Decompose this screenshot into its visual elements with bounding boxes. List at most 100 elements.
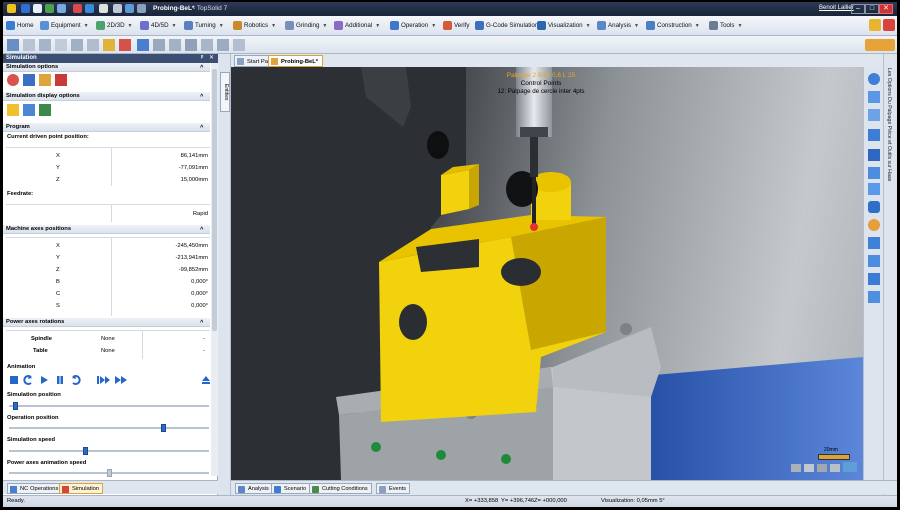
tab-visualization[interactable]: Visualization ▼ bbox=[537, 19, 591, 33]
render-mode-icon[interactable] bbox=[868, 201, 880, 213]
fast-forward-icon[interactable] bbox=[115, 375, 129, 385]
move-icon[interactable] bbox=[868, 109, 880, 121]
select-tool-icon[interactable] bbox=[7, 39, 19, 51]
power-axes-speed-slider[interactable] bbox=[9, 469, 209, 477]
stop-icon[interactable] bbox=[9, 375, 19, 385]
tab-tools[interactable]: Tools ▼ bbox=[709, 19, 742, 33]
color-palette-icon[interactable] bbox=[868, 219, 880, 231]
tab-construction[interactable]: Construction ▼ bbox=[646, 19, 700, 33]
tab-2d3d[interactable]: 2D/3D ▼ bbox=[96, 19, 133, 33]
panel-scrollbar[interactable] bbox=[211, 63, 218, 476]
probing-options-label[interactable]: Les Options Du Palpage Pièce et Outils s… bbox=[886, 68, 892, 181]
help-manual-icon[interactable] bbox=[869, 19, 881, 31]
print-icon[interactable] bbox=[57, 4, 66, 13]
probing-options-side-panel[interactable]: Les Options Du Palpage Pièce et Outils s… bbox=[883, 54, 897, 496]
tab-probing-document[interactable]: Probing-BeL* bbox=[268, 55, 324, 67]
help-icon[interactable] bbox=[125, 4, 134, 13]
step-back-icon[interactable] bbox=[23, 375, 33, 385]
contour-icon[interactable] bbox=[153, 39, 165, 51]
tab-analysis[interactable]: Analysis ▼ bbox=[597, 19, 639, 33]
zoom-window-icon[interactable] bbox=[868, 167, 880, 179]
simulation-position-slider[interactable] bbox=[9, 402, 209, 410]
tab-gcode-simulation[interactable]: G-Code Simulation bbox=[475, 19, 538, 33]
settings-icon[interactable] bbox=[883, 19, 895, 31]
adaptive-icon[interactable] bbox=[233, 39, 245, 51]
section-power-axes[interactable]: Power axes rotations ˄ bbox=[3, 318, 210, 327]
hole-tool-icon[interactable] bbox=[71, 39, 83, 51]
operation-3d-icon[interactable] bbox=[137, 39, 149, 51]
collapse-icon[interactable]: ˄ bbox=[200, 92, 203, 101]
display-axes-icon[interactable] bbox=[23, 104, 35, 116]
pin-panel-icon[interactable]: ᵖ bbox=[201, 54, 203, 63]
tab-cutting-conditions[interactable]: Cutting Conditions bbox=[309, 483, 372, 494]
tab-events[interactable]: Events bbox=[376, 483, 411, 494]
face-icon[interactable] bbox=[185, 39, 197, 51]
section-view-icon[interactable] bbox=[868, 291, 880, 303]
collapse-icon[interactable]: ˄ bbox=[200, 318, 203, 327]
pocket-tool-icon[interactable] bbox=[87, 39, 99, 51]
section-machine-axes[interactable]: Machine axes positions ˄ bbox=[3, 225, 210, 234]
probe-icon[interactable] bbox=[217, 39, 229, 51]
maximize-button[interactable]: □ bbox=[865, 4, 879, 14]
new-document-icon[interactable] bbox=[21, 4, 30, 13]
cylinder-tool-icon[interactable] bbox=[55, 39, 67, 51]
tab-analysis-lower[interactable]: Analysis bbox=[235, 483, 273, 494]
tab-home[interactable]: Home bbox=[6, 19, 34, 33]
close-window-button[interactable]: ✕ bbox=[879, 4, 893, 14]
chamfer-icon[interactable] bbox=[201, 39, 213, 51]
power-axes-speed-thumb[interactable] bbox=[106, 469, 112, 477]
operation-position-slider[interactable] bbox=[9, 424, 209, 432]
display-points-icon[interactable] bbox=[39, 104, 51, 116]
open-icon[interactable] bbox=[45, 4, 54, 13]
sketch-tool-icon[interactable] bbox=[23, 39, 35, 51]
app-logo-icon[interactable] bbox=[7, 4, 16, 13]
tab-robotics[interactable]: Robotics ▼ bbox=[233, 19, 276, 33]
eject-icon[interactable] bbox=[201, 375, 211, 385]
simulation-mode-icon[interactable] bbox=[865, 39, 895, 51]
table-dropdown-icon[interactable]: - bbox=[203, 348, 205, 354]
block-tool-icon[interactable] bbox=[39, 39, 51, 51]
tab-grinding[interactable]: Grinding ▼ bbox=[285, 19, 327, 33]
simulation-speed-slider[interactable] bbox=[9, 447, 209, 455]
save-icon[interactable] bbox=[33, 4, 42, 13]
customize-icon[interactable] bbox=[137, 4, 146, 13]
help-query-icon[interactable] bbox=[868, 237, 880, 249]
simulation-speed-thumb[interactable] bbox=[83, 447, 89, 455]
entities-tab[interactable]: Entities bbox=[220, 72, 230, 112]
minimize-button[interactable]: – bbox=[851, 4, 865, 14]
tab-operation[interactable]: Operation ▼ bbox=[390, 19, 436, 33]
collapse-icon[interactable]: ˄ bbox=[200, 225, 203, 234]
pause-icon[interactable] bbox=[55, 375, 65, 385]
drill-icon[interactable] bbox=[169, 39, 181, 51]
collapse-icon[interactable]: ˄ bbox=[200, 123, 203, 132]
tab-simulation[interactable]: Simulation bbox=[59, 483, 104, 494]
operation-position-thumb[interactable] bbox=[161, 424, 167, 432]
stock-icon[interactable] bbox=[119, 39, 131, 51]
tab-equipment[interactable]: Equipment ▼ bbox=[40, 19, 89, 33]
standard-views-icon[interactable] bbox=[868, 149, 880, 161]
collapse-icon[interactable]: ˄ bbox=[200, 63, 203, 72]
zoom-icon[interactable] bbox=[868, 183, 880, 195]
measure-icon[interactable] bbox=[868, 273, 880, 285]
simulation-position-thumb[interactable] bbox=[12, 402, 18, 410]
tool-library-icon[interactable] bbox=[103, 39, 115, 51]
pan-icon[interactable] bbox=[868, 91, 880, 103]
user-name-link[interactable]: Benoit Lallier bbox=[819, 5, 854, 11]
section-simulation-options[interactable]: Simulation options ˄ bbox=[3, 63, 210, 72]
tab-additional[interactable]: Additional ▼ bbox=[334, 19, 380, 33]
machine-scene[interactable] bbox=[231, 67, 863, 480]
tab-nc-operations[interactable]: NC Operations bbox=[7, 483, 63, 494]
options-icon[interactable] bbox=[113, 4, 122, 13]
section-display-options[interactable]: Simulation display options ˄ bbox=[3, 92, 210, 101]
3d-viewport[interactable]: Palpage 2 Bille 0,6 L 25 Control Points … bbox=[231, 67, 863, 480]
tab-scenario[interactable]: Scenario bbox=[271, 483, 311, 494]
tab-4d5d[interactable]: 4D/5D ▼ bbox=[140, 19, 177, 33]
refresh-icon[interactable] bbox=[99, 4, 108, 13]
simulation-option-tool-icon[interactable] bbox=[39, 74, 51, 86]
simulation-option-machine-icon[interactable] bbox=[23, 74, 35, 86]
panel-scrollbar-thumb[interactable] bbox=[212, 69, 217, 331]
orbit-icon[interactable] bbox=[868, 73, 880, 85]
tab-verify[interactable]: Verify bbox=[443, 19, 469, 33]
spindle-dropdown-icon[interactable]: - bbox=[203, 336, 205, 342]
step-forward-icon[interactable] bbox=[71, 375, 81, 385]
